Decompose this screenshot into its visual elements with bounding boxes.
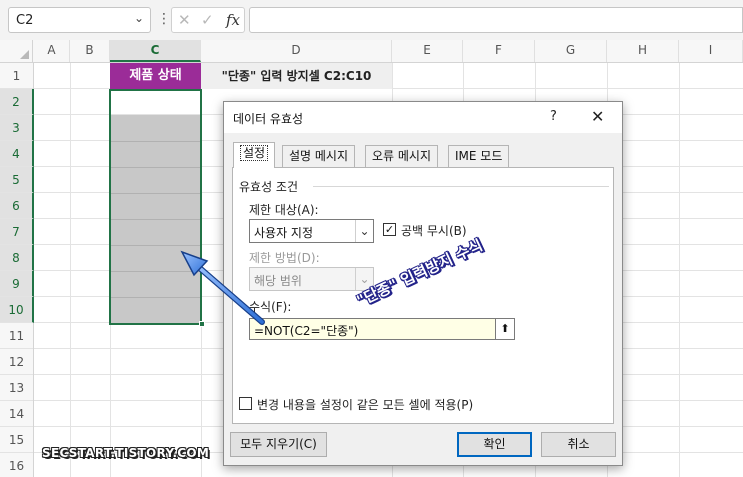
tab-input-message[interactable]: 설명 메시지 (282, 145, 356, 167)
watermark: SECSTART.TISTORY.COM (42, 446, 210, 460)
row-header-bar: 1 2 3 4 5 6 7 8 9 10 11 12 13 14 15 16 (0, 63, 34, 477)
row-header-16[interactable]: 16 (0, 453, 33, 477)
data-label: 제한 방법(D): (249, 251, 320, 265)
tab-settings-label: 설정 (240, 145, 269, 161)
column-header-b[interactable]: B (70, 40, 110, 62)
column-header-e[interactable]: E (392, 40, 463, 62)
fill-handle[interactable] (199, 321, 205, 327)
data-validation-dialog: 데이터 유효성 ? ✕ 설정 설명 메시지 오류 메시지 IME 모드 유효성 … (223, 101, 623, 466)
row-header-10[interactable]: 10 (0, 297, 34, 323)
tab-error-alert[interactable]: 오류 메시지 (365, 145, 439, 167)
allow-select[interactable]: 사용자 지정 ⌄ (249, 219, 374, 243)
row-header-7[interactable]: 7 (0, 219, 34, 245)
dialog-titlebar[interactable]: 데이터 유효성 ? ✕ (224, 102, 622, 133)
help-icon[interactable]: ? (550, 109, 557, 124)
column-header-g[interactable]: G (535, 40, 607, 62)
close-icon[interactable]: ✕ (591, 107, 604, 126)
row-header-13[interactable]: 13 (0, 375, 33, 401)
cancel-button[interactable]: 취소 (541, 432, 616, 457)
row-header-8[interactable]: 8 (0, 245, 34, 271)
formula-value: =NOT(C2="단종") (254, 324, 359, 338)
row-header-6[interactable]: 6 (0, 193, 34, 219)
allow-select-value: 사용자 지정 (254, 226, 314, 240)
selected-range-c2-c10[interactable] (109, 89, 202, 325)
tab-ime-mode[interactable]: IME 모드 (448, 145, 510, 167)
collapse-dialog-icon[interactable]: ⬆ (495, 318, 515, 340)
apply-all-label[interactable]: 변경 내용을 설정이 같은 모든 셀에 적용(P) (257, 396, 473, 413)
name-box[interactable]: C2 ⌄ (8, 7, 151, 33)
row-header-11[interactable]: 11 (0, 323, 33, 349)
data-select[interactable]: 해당 범위 ⌄ (249, 267, 374, 291)
checkmark-icon: ✓ (384, 223, 395, 236)
more-options-icon[interactable]: ⋮ (157, 11, 171, 27)
column-header-a[interactable]: A (34, 40, 70, 62)
column-header-d[interactable]: D (201, 40, 392, 62)
column-header-i[interactable]: I (679, 40, 743, 62)
section-divider (313, 186, 609, 187)
insert-function-icon[interactable]: fx (226, 11, 240, 29)
row-header-5[interactable]: 5 (0, 167, 34, 193)
column-header-bar: A B C D E F G H I (0, 40, 743, 63)
row-header-9[interactable]: 9 (0, 271, 34, 297)
formula-label: 수식(F): (249, 300, 292, 314)
clear-all-button[interactable]: 모두 지우기(C) (230, 432, 327, 457)
ignore-blank-label[interactable]: 공백 무시(B) (401, 222, 467, 239)
formula-field[interactable]: =NOT(C2="단종") (249, 318, 504, 340)
column-header-f[interactable]: F (463, 40, 535, 62)
row-header-12[interactable]: 12 (0, 349, 33, 375)
validation-criteria-title: 유효성 조건 (239, 180, 299, 194)
formula-buttons: ✕ ✓ fx (171, 7, 245, 33)
row-header-4[interactable]: 4 (0, 141, 34, 167)
tab-settings[interactable]: 설정 (233, 142, 276, 168)
data-select-value: 해당 범위 (254, 274, 302, 288)
ok-button[interactable]: 확인 (457, 432, 532, 457)
select-all-icon (20, 50, 29, 59)
enter-icon[interactable]: ✓ (201, 11, 214, 29)
row-header-3[interactable]: 3 (0, 115, 34, 141)
dialog-title: 데이터 유효성 (233, 112, 304, 126)
row-header-15[interactable]: 15 (0, 427, 33, 453)
column-header-c[interactable]: C (110, 40, 201, 62)
formula-bar: C2 ⌄ ⋮ ✕ ✓ fx (0, 0, 743, 40)
name-box-value: C2 (16, 13, 34, 28)
formula-input[interactable] (249, 7, 743, 33)
select-all-corner[interactable] (0, 40, 33, 62)
cell-c1-header[interactable]: 제품 상태 (110, 63, 201, 89)
apply-all-checkbox[interactable] (239, 397, 252, 410)
row-header-14[interactable]: 14 (0, 401, 33, 427)
ignore-blank-checkbox[interactable]: ✓ (383, 223, 396, 236)
chevron-down-icon[interactable]: ⌄ (355, 220, 373, 242)
row-header-1[interactable]: 1 (0, 63, 33, 89)
row-header-2[interactable]: 2 (0, 89, 34, 115)
allow-label: 제한 대상(A): (249, 203, 319, 217)
chevron-down-icon[interactable]: ⌄ (134, 11, 144, 25)
cell-d1-title[interactable]: "단종" 입력 방지셀 C2:C10 (201, 63, 392, 89)
cancel-icon[interactable]: ✕ (178, 11, 191, 29)
settings-panel: 유효성 조건 제한 대상(A): 사용자 지정 ⌄ ✓ 공백 무시(B) 제한 … (232, 167, 614, 424)
column-header-h[interactable]: H (607, 40, 679, 62)
